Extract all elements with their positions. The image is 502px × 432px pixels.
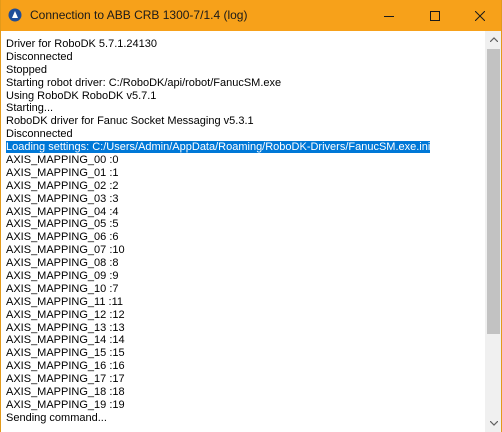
title-bar[interactable]: Connection to ABB CRB 1300-7/1.4 (log) <box>1 0 501 31</box>
log-line-text: Starting... <box>6 102 54 115</box>
log-line[interactable]: AXIS_MAPPING_10 :7 <box>6 283 430 296</box>
log-line-selected[interactable]: Loading settings: C:/Users/Admin/AppData… <box>6 141 431 154</box>
log-line[interactable]: AXIS_MAPPING_11 :11 <box>6 296 430 309</box>
log-line-text: AXIS_MAPPING_09 :9 <box>6 270 119 283</box>
log-line-text: Starting robot driver: C:/RoboDK/api/rob… <box>6 76 282 89</box>
log-line[interactable]: AXIS_MAPPING_02 :2 <box>6 180 430 193</box>
log-line[interactable]: AXIS_MAPPING_17 :17 <box>6 373 430 386</box>
log-line-text: RoboDK driver for Fanuc Socket Messaging… <box>6 115 254 128</box>
log-line-text: Using RoboDK RoboDK v5.7.1 <box>6 89 157 102</box>
log-line[interactable]: AXIS_MAPPING_18 :18 <box>6 386 430 399</box>
log-line[interactable]: AXIS_MAPPING_09 :9 <box>6 270 430 283</box>
log-line-text: AXIS_MAPPING_12 :12 <box>6 308 125 321</box>
log-line[interactable]: Starting... <box>6 102 430 115</box>
log-line[interactable]: Using RoboDK RoboDK v5.7.1 <box>6 90 430 103</box>
scroll-down-button[interactable] <box>485 415 501 432</box>
log-line[interactable]: AXIS_MAPPING_12 :12 <box>6 309 430 322</box>
log-line-text: AXIS_MAPPING_07 :10 <box>6 244 125 257</box>
log-line[interactable]: AXIS_MAPPING_07 :10 <box>6 244 430 257</box>
log-line-text: AXIS_MAPPING_04 :4 <box>6 205 119 218</box>
log-line-text: Sending command... <box>6 411 107 424</box>
log-line-text: Loading settings: C:/Users/Admin/AppData… <box>6 141 431 154</box>
scroll-up-button[interactable] <box>485 31 501 48</box>
log-line-text: Disconnected <box>6 128 73 141</box>
robodk-app-icon[interactable] <box>8 8 22 22</box>
log-line-text: Disconnected <box>6 50 73 63</box>
maximize-icon <box>430 10 440 21</box>
log-line[interactable]: Sending command... <box>6 412 430 425</box>
minimize-button[interactable] <box>366 0 412 31</box>
log-line[interactable]: AXIS_MAPPING_06 :6 <box>6 231 430 244</box>
log-line[interactable]: AXIS_MAPPING_14 :14 <box>6 334 430 347</box>
log-line[interactable]: AXIS_MAPPING_04 :4 <box>6 206 430 219</box>
log-line-text: AXIS_MAPPING_17 :17 <box>6 373 125 386</box>
log-line[interactable]: Disconnected <box>6 128 430 141</box>
log-line[interactable]: AXIS_MAPPING_19 :19 <box>6 399 430 412</box>
log-line[interactable]: AXIS_MAPPING_15 :15 <box>6 347 430 360</box>
log-list[interactable]: Driver for RoboDK 5.7.1.24130 Disconnecte… <box>6 38 431 425</box>
log-line-text: AXIS_MAPPING_19 :19 <box>6 398 125 411</box>
log-line-text: Stopped <box>6 63 47 76</box>
maximize-button[interactable] <box>412 0 458 31</box>
log-line[interactable]: Driver for RoboDK 5.7.1.24130 <box>6 38 430 51</box>
log-line-text: AXIS_MAPPING_05 :5 <box>6 218 119 231</box>
log-line-text: AXIS_MAPPING_15 :15 <box>6 347 125 360</box>
log-line[interactable]: AXIS_MAPPING_03 :3 <box>6 193 430 206</box>
log-line-text: Driver for RoboDK 5.7.1.24130 <box>6 38 158 50</box>
log-line[interactable]: RoboDK driver for Fanuc Socket Messaging… <box>6 115 430 128</box>
log-line-text: AXIS_MAPPING_10 :7 <box>6 282 119 295</box>
close-button[interactable] <box>457 0 501 31</box>
scroll-thumb[interactable] <box>487 49 500 334</box>
log-line-text: AXIS_MAPPING_02 :2 <box>6 179 119 192</box>
log-line[interactable]: AXIS_MAPPING_08 :8 <box>6 257 430 270</box>
window-title: Connection to ABB CRB 1300-7/1.4 (log) <box>30 8 248 22</box>
log-line-text: AXIS_MAPPING_16 :16 <box>6 360 125 373</box>
log-line[interactable]: AXIS_MAPPING_16 :16 <box>6 360 430 373</box>
chevron-up-icon <box>489 37 498 42</box>
log-line[interactable]: Starting robot driver: C:/RoboDK/api/rob… <box>6 77 430 90</box>
minimize-icon <box>384 15 394 17</box>
log-text-area[interactable]: Driver for RoboDK 5.7.1.24130 Disconnecte… <box>2 31 485 432</box>
log-line-text: AXIS_MAPPING_11 :11 <box>6 295 123 308</box>
log-line-text: AXIS_MAPPING_00 :0 <box>6 154 119 167</box>
log-line[interactable]: Stopped <box>6 64 430 77</box>
log-window: Connection to ABB CRB 1300-7/1.4 (log) D… <box>0 0 502 432</box>
log-line-text: AXIS_MAPPING_08 :8 <box>6 257 119 270</box>
log-line-text: AXIS_MAPPING_14 :14 <box>6 334 125 347</box>
log-line-text: AXIS_MAPPING_06 :6 <box>6 231 119 244</box>
vertical-scrollbar[interactable] <box>485 31 501 432</box>
log-line-text: AXIS_MAPPING_18 :18 <box>6 386 125 399</box>
log-line[interactable]: AXIS_MAPPING_00 :0 <box>6 154 430 167</box>
log-line-text: AXIS_MAPPING_13 :13 <box>6 321 125 334</box>
log-line[interactable]: AXIS_MAPPING_05 :5 <box>6 218 430 231</box>
log-line-text: AXIS_MAPPING_01 :1 <box>6 166 119 179</box>
log-line-text: AXIS_MAPPING_03 :3 <box>6 192 119 205</box>
log-line[interactable]: Disconnected <box>6 51 430 64</box>
log-line[interactable]: AXIS_MAPPING_01 :1 <box>6 167 430 180</box>
log-line[interactable]: AXIS_MAPPING_13 :13 <box>6 322 430 335</box>
close-icon <box>475 10 485 21</box>
chevron-down-icon <box>489 421 498 426</box>
